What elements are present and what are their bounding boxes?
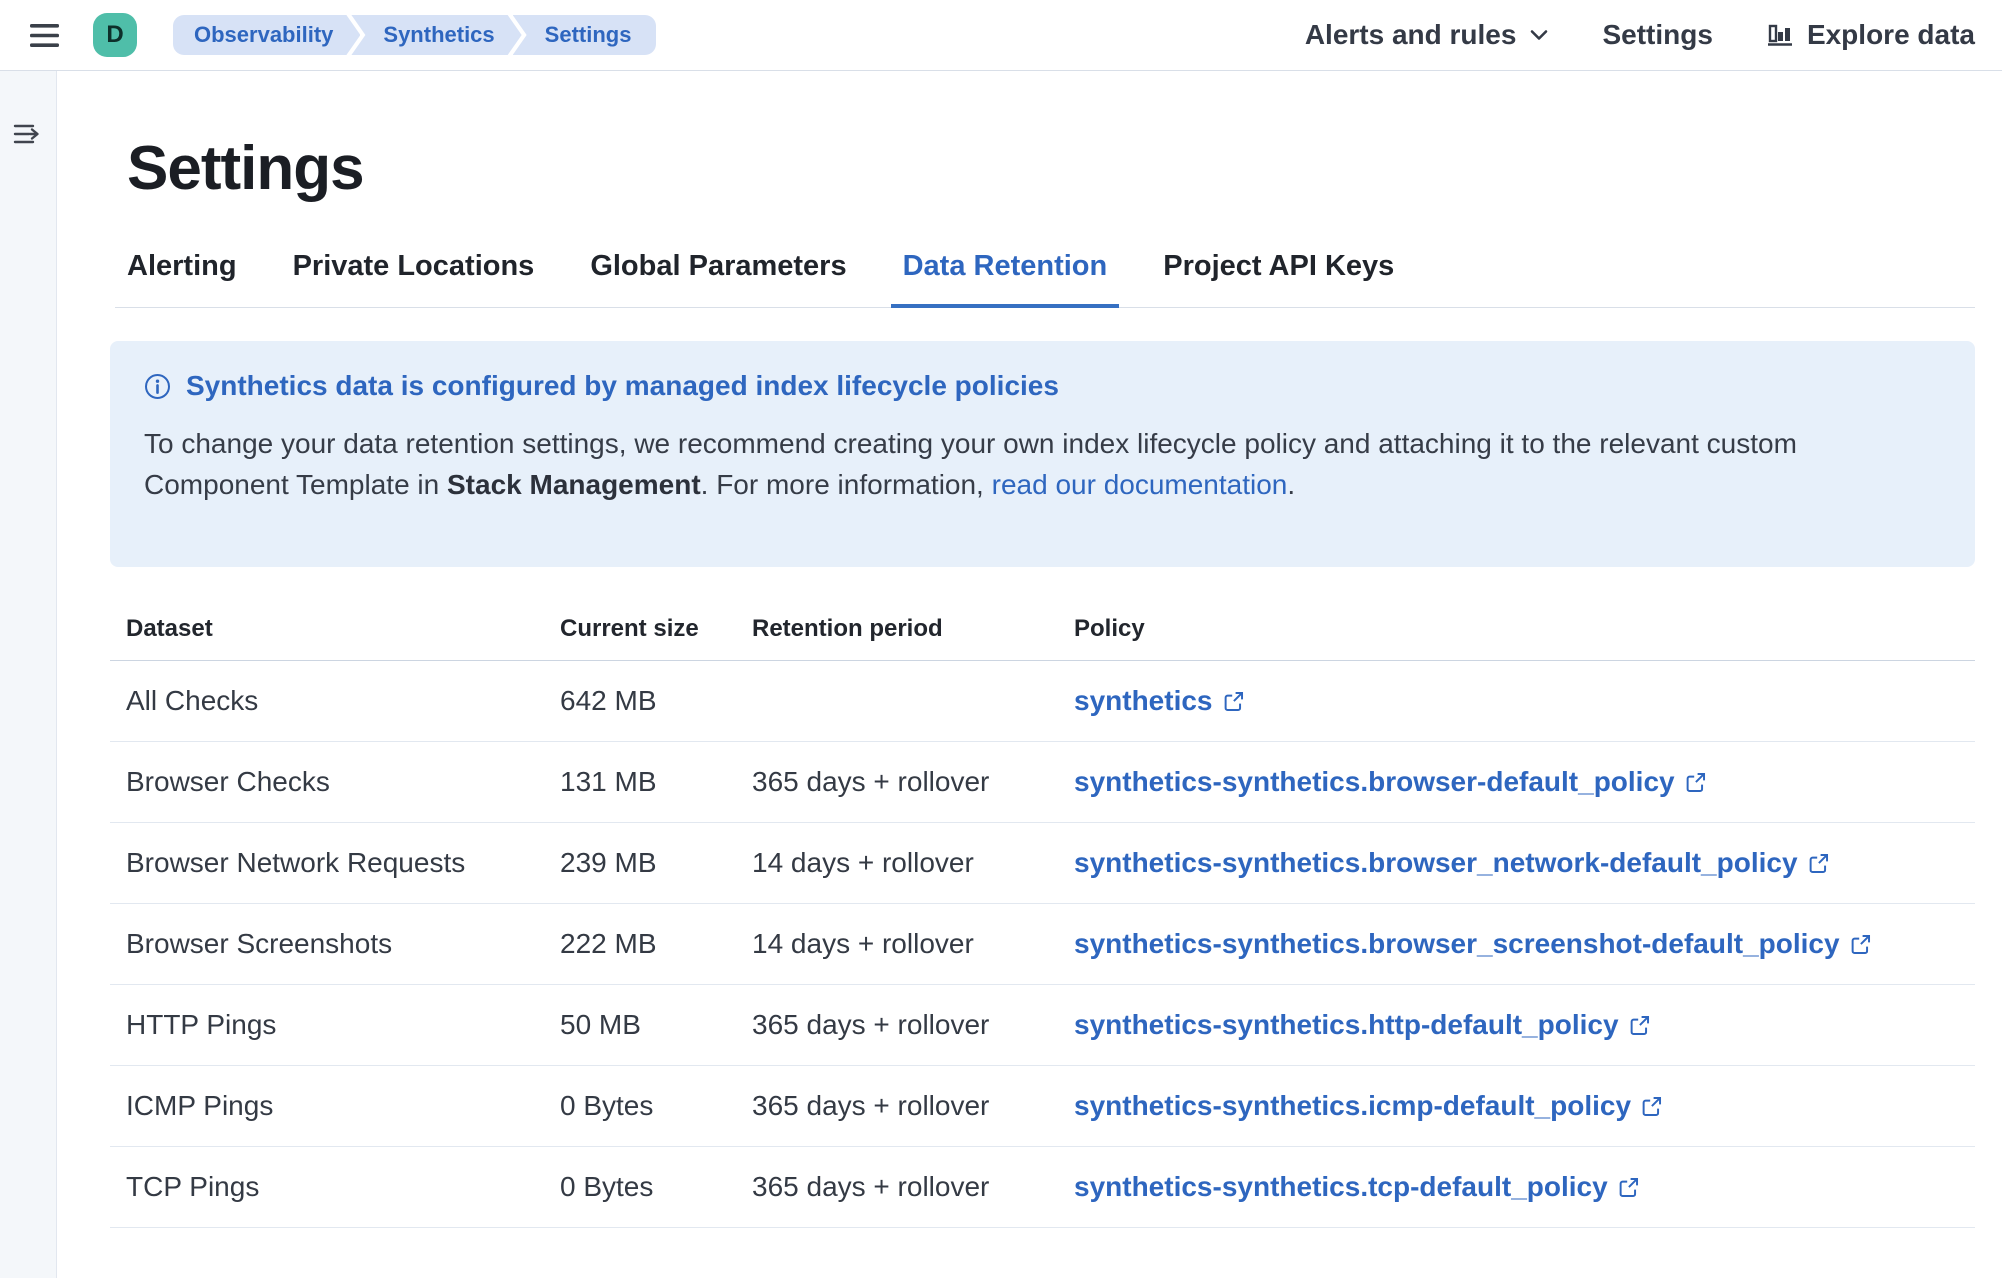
info-callout: Synthetics data is configured by managed… <box>110 341 1975 567</box>
size-cell: 131 MB <box>544 742 736 823</box>
info-icon <box>144 373 171 400</box>
column-header-dataset: Dataset <box>110 603 544 661</box>
external-link-icon <box>1850 934 1871 955</box>
table-row: ICMP Pings 0 Bytes 365 days + rollover s… <box>110 1066 1975 1147</box>
policy-label: synthetics-synthetics.browser_screenshot… <box>1074 928 1840 960</box>
dataset-cell: TCP Pings <box>110 1147 544 1228</box>
policy-link[interactable]: synthetics <box>1074 685 1244 717</box>
policy-label: synthetics-synthetics.http-default_polic… <box>1074 1009 1619 1041</box>
table-row: Browser Network Requests 239 MB 14 days … <box>110 823 1975 904</box>
size-cell: 0 Bytes <box>544 1066 736 1147</box>
retention-cell: 365 days + rollover <box>736 985 1058 1066</box>
read-documentation-link[interactable]: read our documentation <box>992 469 1288 500</box>
hamburger-menu-button[interactable] <box>30 23 59 48</box>
explore-data-link[interactable]: Explore data <box>1765 19 1975 51</box>
tab-global-parameters[interactable]: Global Parameters <box>578 250 858 308</box>
retention-cell: 14 days + rollover <box>736 904 1058 985</box>
policy-label: synthetics-synthetics.tcp-default_policy <box>1074 1171 1608 1203</box>
external-link-icon <box>1629 1015 1650 1036</box>
dataset-cell: All Checks <box>110 661 544 742</box>
alerts-and-rules-menu[interactable]: Alerts and rules <box>1305 19 1551 51</box>
policy-link[interactable]: synthetics-synthetics.browser_screenshot… <box>1074 928 1871 960</box>
dataset-cell: Browser Screenshots <box>110 904 544 985</box>
policy-cell: synthetics-synthetics.browser-default_po… <box>1058 742 1975 823</box>
top-header: D Observability Synthetics Settings Aler… <box>0 0 2002 71</box>
explore-data-icon <box>1765 20 1795 50</box>
expand-sidebar-button[interactable] <box>9 117 47 151</box>
policy-link[interactable]: synthetics-synthetics.icmp-default_polic… <box>1074 1090 1662 1122</box>
callout-bold-text: Stack Management <box>447 469 701 500</box>
column-header-policy: Policy <box>1058 603 1975 661</box>
settings-tabs: Alerting Private Locations Global Parame… <box>115 250 1975 308</box>
size-cell: 222 MB <box>544 904 736 985</box>
dataset-cell: Browser Network Requests <box>110 823 544 904</box>
breadcrumb: Observability Synthetics Settings <box>173 15 656 55</box>
external-link-icon <box>1223 691 1244 712</box>
main-content: Settings Alerting Private Locations Glob… <box>57 71 2002 1278</box>
size-cell: 239 MB <box>544 823 736 904</box>
policy-label: synthetics-synthetics.browser_network-de… <box>1074 847 1798 879</box>
size-cell: 0 Bytes <box>544 1147 736 1228</box>
table-row: TCP Pings 0 Bytes 365 days + rollover sy… <box>110 1147 1975 1228</box>
tab-alerting[interactable]: Alerting <box>115 250 249 308</box>
retention-cell: 365 days + rollover <box>736 1147 1058 1228</box>
policy-link[interactable]: synthetics-synthetics.browser_network-de… <box>1074 847 1829 879</box>
retention-cell: 365 days + rollover <box>736 1066 1058 1147</box>
header-settings-link[interactable]: Settings <box>1602 19 1712 51</box>
policy-link[interactable]: synthetics-synthetics.http-default_polic… <box>1074 1009 1650 1041</box>
policy-link[interactable]: synthetics-synthetics.browser-default_po… <box>1074 766 1706 798</box>
policy-cell: synthetics-synthetics.browser_screenshot… <box>1058 904 1975 985</box>
callout-text: . <box>1287 469 1295 500</box>
breadcrumb-settings: Settings <box>513 15 657 55</box>
header-actions: Alerts and rules Settings Explore data <box>1305 19 1975 51</box>
header-settings-label: Settings <box>1602 19 1712 51</box>
policy-cell: synthetics-synthetics.tcp-default_policy <box>1058 1147 1975 1228</box>
policy-cell: synthetics-synthetics.icmp-default_polic… <box>1058 1066 1975 1147</box>
collapsed-sidebar <box>0 71 57 1278</box>
external-link-icon <box>1618 1177 1639 1198</box>
column-header-retention-period: Retention period <box>736 603 1058 661</box>
retention-cell: 365 days + rollover <box>736 742 1058 823</box>
policy-cell: synthetics-synthetics.http-default_polic… <box>1058 985 1975 1066</box>
external-link-icon <box>1808 853 1829 874</box>
breadcrumb-observability[interactable]: Observability <box>173 15 360 55</box>
column-header-current-size: Current size <box>544 603 736 661</box>
dataset-cell: Browser Checks <box>110 742 544 823</box>
breadcrumb-synthetics[interactable]: Synthetics <box>351 15 521 55</box>
policy-label: synthetics <box>1074 685 1213 717</box>
policy-cell: synthetics-synthetics.browser_network-de… <box>1058 823 1975 904</box>
policy-label: synthetics-synthetics.browser-default_po… <box>1074 766 1675 798</box>
menu-expand-icon <box>13 121 43 147</box>
dataset-cell: HTTP Pings <box>110 985 544 1066</box>
data-retention-table: Dataset Current size Retention period Po… <box>110 603 1975 1228</box>
callout-text: . For more information, <box>701 469 992 500</box>
size-cell: 50 MB <box>544 985 736 1066</box>
policy-cell: synthetics <box>1058 661 1975 742</box>
policy-link[interactable]: synthetics-synthetics.tcp-default_policy <box>1074 1171 1639 1203</box>
retention-cell: 14 days + rollover <box>736 823 1058 904</box>
table-row: Browser Screenshots 222 MB 14 days + rol… <box>110 904 1975 985</box>
table-row: All Checks 642 MB synthetics <box>110 661 1975 742</box>
tab-data-retention[interactable]: Data Retention <box>891 250 1120 308</box>
tab-project-api-keys[interactable]: Project API Keys <box>1151 250 1406 308</box>
table-header-row: Dataset Current size Retention period Po… <box>110 603 1975 661</box>
table-row: HTTP Pings 50 MB 365 days + rollover syn… <box>110 985 1975 1066</box>
external-link-icon <box>1685 772 1706 793</box>
policy-label: synthetics-synthetics.icmp-default_polic… <box>1074 1090 1631 1122</box>
dataset-cell: ICMP Pings <box>110 1066 544 1147</box>
hamburger-icon <box>30 23 59 48</box>
alerts-and-rules-label: Alerts and rules <box>1305 19 1517 51</box>
external-link-icon <box>1641 1096 1662 1117</box>
size-cell: 642 MB <box>544 661 736 742</box>
explore-data-label: Explore data <box>1807 19 1975 51</box>
callout-body: To change your data retention settings, … <box>144 423 1941 505</box>
tab-private-locations[interactable]: Private Locations <box>281 250 547 308</box>
retention-cell <box>736 661 1058 742</box>
chevron-down-icon <box>1528 24 1550 46</box>
table-row: Browser Checks 131 MB 365 days + rollove… <box>110 742 1975 823</box>
page-title: Settings <box>127 133 1975 204</box>
callout-title: Synthetics data is configured by managed… <box>186 370 1059 402</box>
avatar[interactable]: D <box>93 13 137 57</box>
